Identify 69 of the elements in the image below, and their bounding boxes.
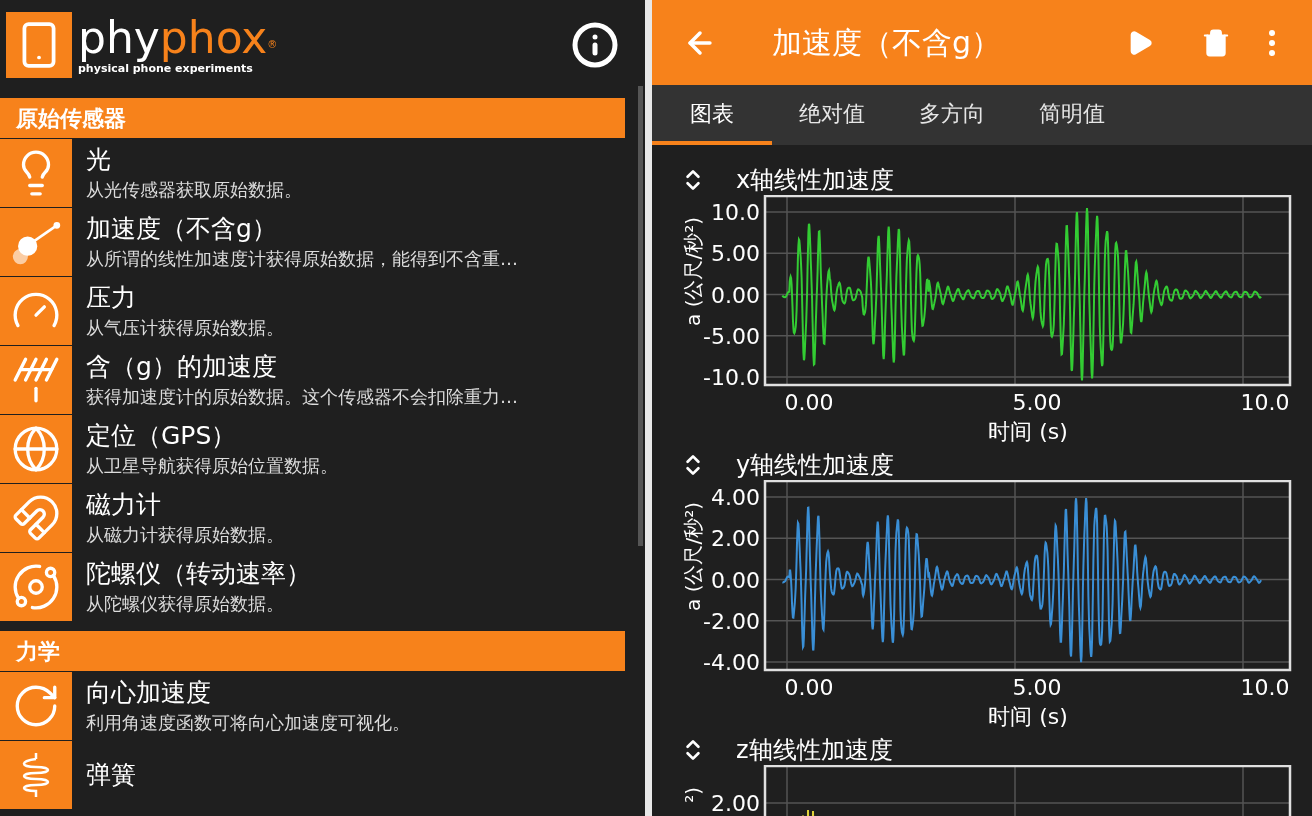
axis-title: a (公尺/秒²) xyxy=(681,217,705,326)
experiment-title: 弹簧 xyxy=(86,759,136,791)
experiment-description: 从陀螺仪获得原始数据。 xyxy=(86,592,285,616)
experiment-title: 光 xyxy=(86,144,112,176)
tab[interactable]: 多方向 xyxy=(892,85,1012,145)
axis-tick-label: 10.0 xyxy=(1240,390,1290,415)
axis-tick-label: -5.00 xyxy=(703,323,760,349)
experiment-description: 利用角速度函数可将向心加速度可视化。 xyxy=(86,711,410,735)
experiment-list-item[interactable]: 压力 从气压计获得原始数据。 xyxy=(0,277,625,345)
axis-title: 时间 (s) xyxy=(988,419,1068,444)
experiment-description: 从卫星导航获得原始位置数据。 xyxy=(86,454,338,478)
axis-tick-label: 2.00 xyxy=(711,526,760,552)
trash-icon xyxy=(1201,27,1231,58)
axis-tick-label: 2.00 xyxy=(711,791,760,816)
axis-tick-label: 5.00 xyxy=(1012,675,1062,700)
logo-tagline: physical phone experiments xyxy=(78,62,254,76)
experiment-description: 获得加速度计的原始数据。这个传感器不会扣除重力… xyxy=(86,385,518,409)
axis-tick-label: 5.00 xyxy=(1012,390,1062,415)
experiment-title: 陀螺仪（转动速率） xyxy=(86,558,311,590)
graph-title: x轴线性加速度 xyxy=(736,165,895,195)
experiment-list-item[interactable]: 弹簧 xyxy=(0,741,625,809)
scrollbar-thumb[interactable] xyxy=(638,86,643,546)
graph-title: y轴线性加速度 xyxy=(736,450,895,480)
experiment-list-item[interactable]: 加速度（不含g） 从所谓的线性加速度计获得原始数据，能得到不含重… xyxy=(0,208,625,276)
experiment-list-item[interactable]: 向心加速度 利用角速度函数可将向心加速度可视化。 xyxy=(0,672,625,740)
axis-tick-label: 10.0 xyxy=(711,200,760,225)
experiment-title: 向心加速度 xyxy=(86,677,212,709)
experiment-list-item[interactable]: 含（g）的加速度 获得加速度计的原始数据。这个传感器不会扣除重力… xyxy=(0,346,625,414)
globe-icon xyxy=(11,424,61,474)
experiment-list-item[interactable]: 定位（GPS） 从卫星导航获得原始位置数据。 xyxy=(0,415,625,483)
axis-tick-label: -4.00 xyxy=(703,650,760,675)
tab[interactable]: 简明值 xyxy=(1012,85,1132,145)
more-vertical-icon xyxy=(1269,29,1275,56)
axis-tick-label: 0.00 xyxy=(784,390,834,415)
tab[interactable]: 绝对值 xyxy=(772,85,892,145)
experiment-description: 从气压计获得原始数据。 xyxy=(86,316,284,340)
antenna-icon xyxy=(11,355,61,405)
phone-logo-icon xyxy=(6,12,72,78)
category-header: 原始传感器 xyxy=(0,98,625,138)
experiment-description: 从所谓的线性加速度计获得原始数据，能得到不含重… xyxy=(86,247,518,271)
axis-title: ²) xyxy=(681,787,705,803)
experiment-title: 压力 xyxy=(86,282,137,314)
experiment-title: 加速度（不含g） xyxy=(86,213,278,245)
category-header: 力学 xyxy=(0,631,625,671)
logo-wordmark: phyphox$^{®}$ xyxy=(78,14,278,62)
axis-tick-label: 5.00 xyxy=(711,241,760,267)
screen-title: 加速度（不含g） xyxy=(772,24,1002,62)
orbit-icon xyxy=(11,562,61,612)
axis-tick-label: 0.00 xyxy=(711,567,760,593)
axis-title: a (公尺/秒²) xyxy=(681,502,705,611)
axis-tick-label: 0.00 xyxy=(711,282,760,308)
axis-tick-label: -10.0 xyxy=(703,365,760,390)
experiment-title: 定位（GPS） xyxy=(86,420,238,452)
axis-tick-label: 0.00 xyxy=(784,675,834,700)
experiment-list-item[interactable]: 磁力计 从磁力计获得原始数据。 xyxy=(0,484,625,552)
tab[interactable]: 图表 xyxy=(652,85,772,145)
axis-tick-label: 4.00 xyxy=(711,485,760,510)
experiment-description: 从磁力计获得原始数据。 xyxy=(86,523,284,547)
graph-title: z轴线性加速度 xyxy=(736,735,893,765)
magnet-icon xyxy=(11,493,61,543)
axis-title: 时间 (s) xyxy=(988,704,1068,729)
experiment-title: 含（g）的加速度 xyxy=(86,351,278,383)
experiment-list-item[interactable]: 陀螺仪（转动速率） 从陀螺仪获得原始数据。 xyxy=(0,553,625,621)
experiment-list-item[interactable]: 光 从光传感器获取原始数据。 xyxy=(0,139,625,207)
experiment-title: 磁力计 xyxy=(86,489,162,521)
info-icon xyxy=(571,21,619,69)
axis-tick-label: 10.0 xyxy=(1240,675,1290,700)
axis-tick-label: -2.00 xyxy=(703,608,760,634)
experiment-description: 从光传感器获取原始数据。 xyxy=(86,178,302,202)
